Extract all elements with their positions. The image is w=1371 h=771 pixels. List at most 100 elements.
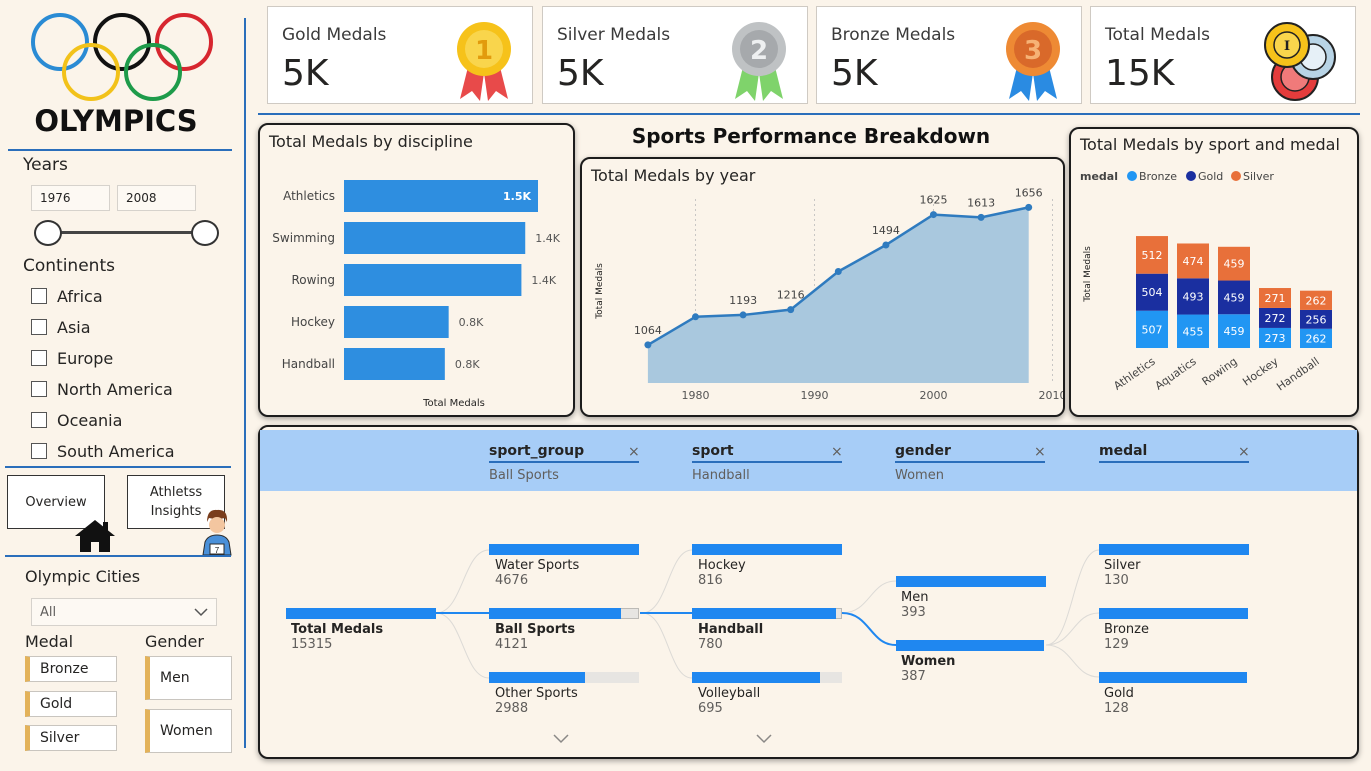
kpi-label: Total Medals (1105, 25, 1211, 45)
tree-node-bar[interactable] (1099, 672, 1247, 683)
tree-node-value: 129 (1104, 637, 1129, 652)
checkbox[interactable] (31, 350, 47, 366)
continent-option-oceania[interactable]: Oceania (31, 409, 122, 431)
year-area-chart: 1980 1990 2000 2010 1064 1193 1216 1494 1625 1613… (595, 186, 1064, 402)
tree-node-bar[interactable] (489, 544, 639, 555)
bar-handball (344, 348, 445, 380)
tree-node-bar[interactable] (896, 576, 1046, 587)
data-point (739, 311, 747, 319)
y-axis-title: Total Medals (595, 263, 605, 320)
tree-node-value: 128 (1104, 701, 1129, 716)
tree-node-value: 15315 (291, 637, 333, 652)
athletes-label-line1: Athletss (149, 485, 203, 500)
tree-node-value: 2988 (495, 701, 529, 716)
continent-option-south-america[interactable]: South America (31, 440, 175, 462)
data-label: 1625 (920, 194, 948, 207)
medal-option-label: Bronze (40, 661, 89, 677)
data-point (787, 306, 795, 314)
x-category-label: Handball (1274, 355, 1321, 394)
overview-label: Overview (25, 494, 87, 510)
year-slider-end-handle[interactable] (191, 220, 219, 246)
segment-data-label: 459 (1224, 325, 1245, 338)
tree-column-sport-group[interactable]: sport_group (489, 443, 639, 463)
chevron-down-icon[interactable] (756, 734, 772, 744)
gender-option-label: Women (160, 723, 213, 739)
data-point (644, 341, 652, 349)
close-icon[interactable]: × (831, 444, 843, 460)
gold-medal-icon: 1 (457, 22, 511, 101)
continent-option-africa[interactable]: Africa (31, 285, 103, 307)
tree-node-value: 4121 (495, 637, 529, 652)
tree-node-bar[interactable] (1099, 608, 1248, 619)
bar-data-label: 1.5K (503, 190, 531, 203)
tree-node-bar[interactable] (286, 608, 436, 619)
tree-node-bar[interactable] (489, 608, 621, 619)
home-icon[interactable] (73, 518, 117, 554)
data-label: 1613 (967, 196, 995, 209)
checkbox[interactable] (31, 412, 47, 428)
sidebar: OLYMPICS Years 1976 2008 Continents Afri… (0, 0, 245, 771)
continent-option-north-america[interactable]: North America (31, 378, 173, 400)
chevron-down-icon[interactable] (553, 734, 569, 744)
tree-node-value: 393 (901, 605, 926, 620)
checkbox[interactable] (31, 288, 47, 304)
tree-column-sport[interactable]: sport (692, 443, 842, 463)
tree-node-label: Handball (698, 622, 764, 637)
segment-data-label: 459 (1224, 291, 1245, 304)
x-tick-label: 2010 (1039, 389, 1064, 402)
tree-node-bar[interactable] (896, 640, 1044, 651)
x-axis-title: Total Medals (422, 398, 485, 409)
continent-label: North America (57, 379, 173, 399)
svg-text:2: 2 (750, 36, 768, 66)
continent-option-asia[interactable]: Asia (31, 316, 91, 338)
tree-column-gender[interactable]: gender (895, 443, 1045, 463)
svg-text:1: 1 (475, 36, 493, 66)
tree-node-label: Other Sports (495, 686, 578, 701)
tree-column-medal[interactable]: medal (1099, 443, 1249, 463)
segment-data-label: 262 (1306, 332, 1327, 345)
continent-label: Europe (57, 348, 114, 368)
medal-option-gold[interactable]: Gold (25, 691, 117, 717)
year-start-input[interactable]: 1976 (31, 185, 110, 211)
checkbox[interactable] (31, 443, 47, 459)
continent-label: Africa (57, 286, 103, 306)
checkbox[interactable] (31, 319, 47, 335)
legend-title: medal (1080, 170, 1118, 183)
gender-option-women[interactable]: Women (145, 709, 232, 753)
tree-node-bar[interactable] (489, 672, 585, 683)
tree-node-label: Women (901, 654, 956, 669)
report-title: Sports Performance Breakdown (631, 124, 991, 148)
data-label: 1216 (777, 289, 805, 302)
year-end-input[interactable]: 2008 (117, 185, 196, 211)
olympic-cities-dropdown[interactable]: All (31, 598, 217, 626)
close-icon[interactable]: × (1034, 444, 1046, 460)
kpi-card-gold: Gold Medals 5K 1 (267, 6, 533, 104)
tree-node-bar[interactable] (692, 608, 836, 619)
bar-data-label: 1.4K (531, 274, 556, 287)
tree-node-label: Bronze (1104, 622, 1149, 637)
year-slider-start-handle[interactable] (34, 220, 62, 246)
athlete-icon[interactable]: 7 (198, 508, 236, 556)
segment-data-label: 272 (1265, 312, 1286, 325)
close-icon[interactable]: × (1238, 444, 1250, 460)
tree-node-bar[interactable] (1099, 544, 1249, 555)
legend-marker (1127, 171, 1137, 181)
bar-swimming (344, 222, 526, 254)
continent-option-europe[interactable]: Europe (31, 347, 113, 369)
checkbox[interactable] (31, 381, 47, 397)
data-label: 1494 (872, 224, 900, 237)
close-icon[interactable]: × (628, 444, 640, 460)
year-slider-track[interactable] (48, 231, 205, 234)
bar-category-label: Hockey (291, 315, 335, 329)
medal-option-silver[interactable]: Silver (25, 725, 117, 751)
x-tick-label: 2000 (920, 389, 948, 402)
medal-option-bronze[interactable]: Bronze (25, 656, 117, 682)
svg-text:7: 7 (215, 546, 220, 555)
tree-node-value: 816 (698, 573, 723, 588)
tree-node-bar[interactable] (692, 672, 820, 683)
gender-option-men[interactable]: Men (145, 656, 232, 700)
tree-node-bar[interactable] (692, 544, 842, 555)
bar-category-label: Rowing (291, 273, 335, 287)
sport-medal-chart-panel: Total Medals by sport and medal medal Bro… (1069, 127, 1359, 417)
tree-column-selection: Ball Sports (489, 468, 559, 483)
